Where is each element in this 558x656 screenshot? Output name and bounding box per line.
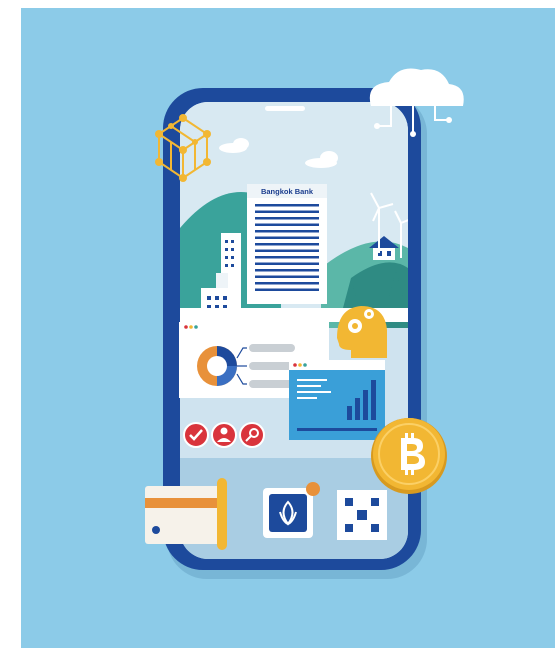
building-window-row xyxy=(255,243,319,246)
building-window-row xyxy=(255,288,319,291)
check-button[interactable] xyxy=(183,422,209,448)
fintech-illustration: Bangkok Bank xyxy=(145,68,464,579)
bar-chart-card xyxy=(289,360,385,440)
bitcoin-coin-icon xyxy=(371,418,447,494)
illustration-scene: Bangkok Bank xyxy=(21,8,555,648)
qr-code-icon[interactable] xyxy=(337,490,387,540)
building-window-row xyxy=(255,282,319,285)
user-button[interactable] xyxy=(211,422,237,448)
building-window-row xyxy=(255,210,319,213)
building-window-row xyxy=(255,230,319,233)
phone-speaker xyxy=(265,106,305,111)
building-window-row xyxy=(255,204,319,207)
building-window-row xyxy=(255,249,319,252)
building-window-row xyxy=(255,269,319,272)
building-sign: Bangkok Bank xyxy=(261,187,314,196)
building-window-row xyxy=(255,262,319,265)
building-window-row xyxy=(255,223,319,226)
notification-dot xyxy=(306,482,320,496)
building-window-row xyxy=(255,217,319,220)
donut-chart-icon xyxy=(197,346,237,386)
building-window-row xyxy=(255,236,319,239)
building-window-row xyxy=(255,256,319,259)
credit-card-icon[interactable] xyxy=(145,478,227,550)
bank-logo-app-icon[interactable] xyxy=(263,482,320,538)
search-button[interactable] xyxy=(239,422,265,448)
building-window-row xyxy=(255,275,319,278)
bangkok-bank-building: Bangkok Bank xyxy=(247,184,327,304)
